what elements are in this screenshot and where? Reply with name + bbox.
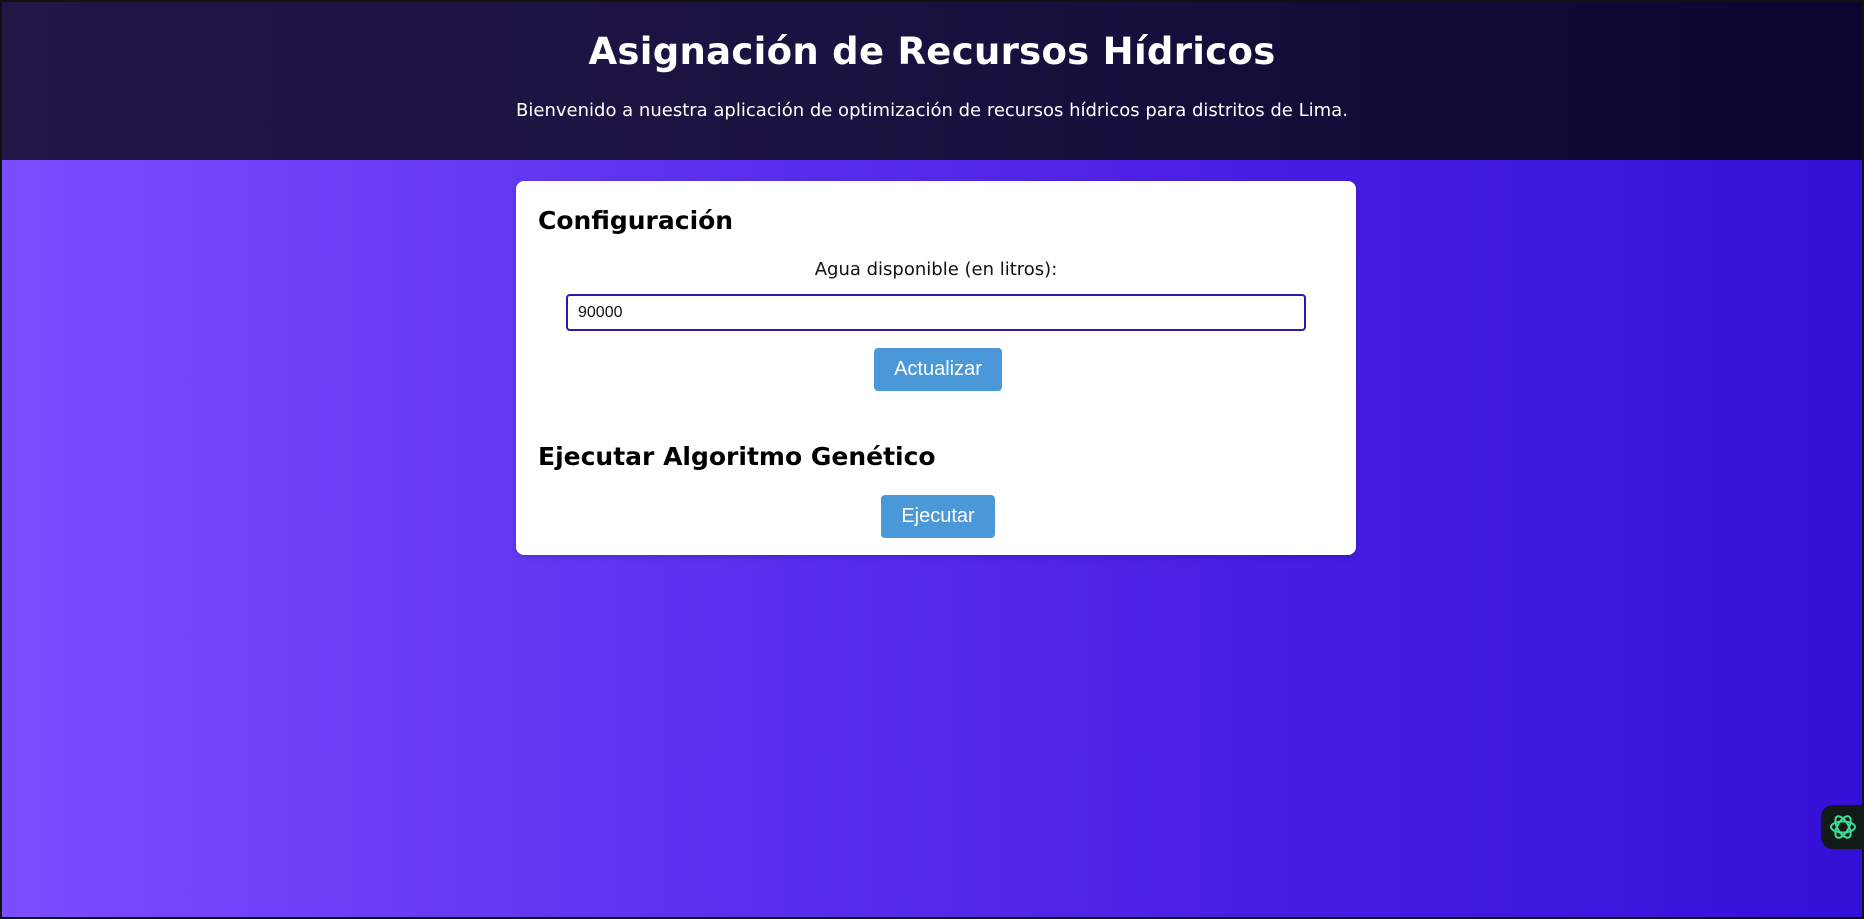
run-button[interactable]: Ejecutar	[881, 495, 995, 538]
main-card: Configuración Agua disponible (en litros…	[516, 181, 1356, 555]
page-title: Asignación de Recursos Hídricos	[588, 30, 1276, 73]
page-header: Asignación de Recursos Hídricos Bienveni…	[2, 2, 1862, 160]
page: Asignación de Recursos Hídricos Bienveni…	[2, 2, 1862, 917]
update-button[interactable]: Actualizar	[874, 348, 1002, 391]
config-heading: Configuración	[538, 206, 734, 235]
algorithm-heading: Ejecutar Algoritmo Genético	[538, 442, 936, 471]
openai-knot-icon	[1830, 815, 1856, 839]
water-label: Agua disponible (en litros):	[814, 259, 1058, 280]
page-subtitle: Bienvenido a nuestra aplicación de optim…	[516, 100, 1348, 121]
assistant-widget-button[interactable]	[1821, 805, 1864, 849]
water-input[interactable]	[566, 294, 1306, 331]
